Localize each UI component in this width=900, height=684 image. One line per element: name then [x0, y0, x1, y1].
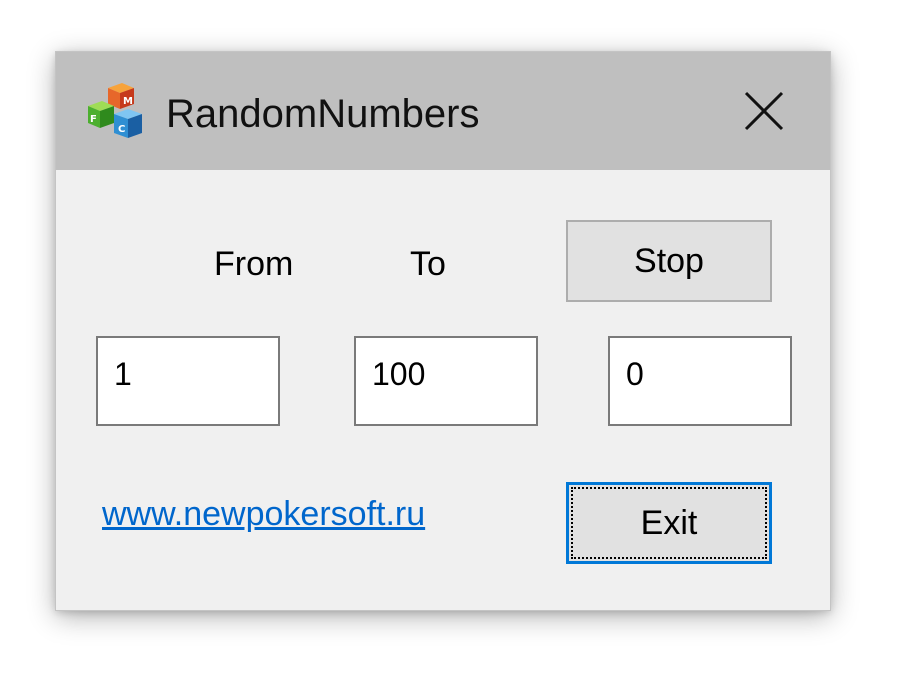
svg-text:F: F [90, 114, 97, 125]
window-title: RandomNumbers [166, 92, 480, 136]
stop-button[interactable]: Stop [566, 220, 772, 302]
title-bar[interactable]: M F C RandomNumbers [56, 52, 830, 170]
close-button[interactable] [712, 52, 830, 170]
svg-text:M: M [123, 96, 133, 107]
from-label: From [214, 245, 294, 283]
close-icon [744, 91, 784, 131]
to-label: To [410, 245, 446, 283]
to-field[interactable]: 100 [354, 336, 538, 426]
from-field[interactable]: 1 [96, 336, 280, 426]
website-link[interactable]: www.newpokersoft.ru [102, 494, 425, 534]
main-window: M F C RandomNumbers From To Stop 1 100 0… [56, 52, 830, 610]
app-cubes-icon: M F C [88, 83, 142, 138]
exit-button[interactable]: Exit [566, 482, 772, 564]
svg-text:C: C [118, 124, 125, 135]
result-field[interactable]: 0 [608, 336, 792, 426]
